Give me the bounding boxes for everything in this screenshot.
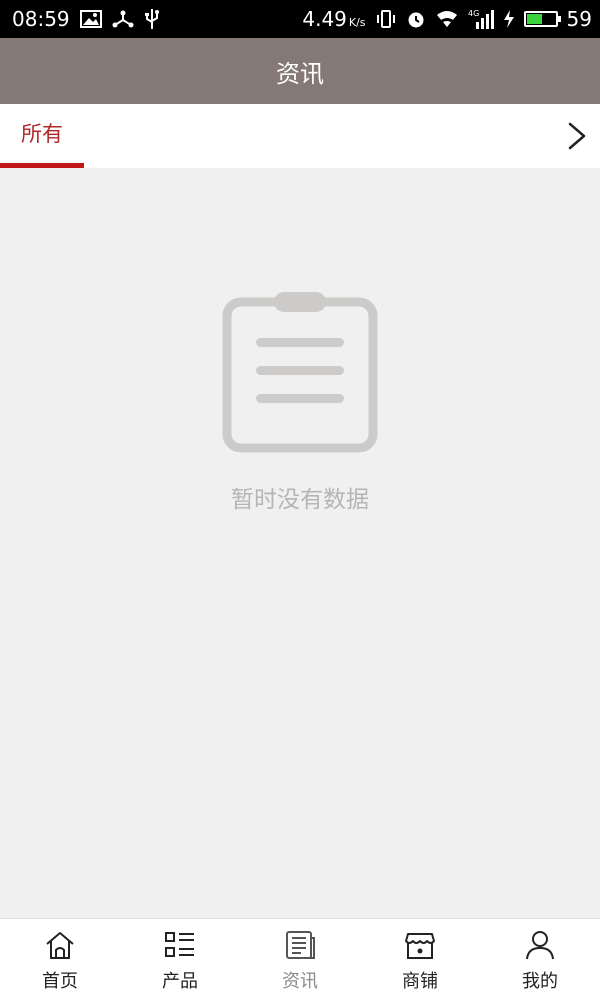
usb-icon bbox=[144, 8, 160, 30]
svg-text:4G: 4G bbox=[468, 9, 479, 18]
nav-item-news[interactable]: 资讯 bbox=[240, 919, 360, 1000]
nav-label-store: 商铺 bbox=[402, 971, 438, 992]
share-icon bbox=[112, 9, 134, 29]
nav-label-news: 资讯 bbox=[282, 971, 318, 992]
home-icon bbox=[44, 929, 76, 961]
chevron-right-icon bbox=[568, 122, 586, 150]
page-title-bar: 资讯 bbox=[0, 38, 600, 104]
user-icon bbox=[524, 929, 556, 961]
bottom-nav: 首页 产品 资讯 商铺 我的 bbox=[0, 918, 600, 1000]
store-icon bbox=[404, 929, 436, 961]
vibrate-icon bbox=[375, 9, 397, 29]
image-icon bbox=[79, 10, 102, 28]
category-tabs: 所有 bbox=[0, 104, 600, 168]
battery-icon bbox=[523, 11, 561, 27]
app-screen: 08:59 4.49 K/s 4G 59 资讯 所有 暂时没有数据 首页 产品 … bbox=[0, 0, 600, 1000]
network-speed: 4.49 K/s bbox=[302, 7, 365, 31]
network-speed-unit: K/s bbox=[348, 16, 366, 29]
nav-label-products: 产品 bbox=[162, 971, 198, 992]
charging-icon bbox=[503, 9, 515, 29]
clipboard-icon bbox=[222, 290, 378, 458]
tab-all-label: 所有 bbox=[21, 122, 63, 146]
nav-item-profile[interactable]: 我的 bbox=[480, 919, 600, 1000]
network-speed-value: 4.49 bbox=[302, 7, 347, 31]
list-icon bbox=[164, 929, 196, 961]
nav-item-store[interactable]: 商铺 bbox=[360, 919, 480, 1000]
nav-item-home[interactable]: 首页 bbox=[0, 919, 120, 1000]
status-bar: 08:59 4.49 K/s 4G 59 bbox=[0, 0, 600, 38]
signal-icon: 4G bbox=[468, 8, 494, 30]
nav-label-home: 首页 bbox=[42, 971, 78, 992]
empty-state: 暂时没有数据 bbox=[0, 168, 600, 918]
status-time: 08:59 bbox=[12, 7, 70, 31]
news-icon bbox=[284, 929, 316, 961]
empty-message: 暂时没有数据 bbox=[231, 487, 369, 513]
tab-all[interactable]: 所有 bbox=[0, 104, 84, 168]
tabs-more-button[interactable] bbox=[562, 120, 592, 152]
nav-label-profile: 我的 bbox=[522, 971, 558, 992]
alarm-icon bbox=[406, 9, 426, 29]
nav-item-products[interactable]: 产品 bbox=[120, 919, 240, 1000]
battery-percent: 59 bbox=[566, 7, 592, 31]
battery-level bbox=[526, 14, 543, 24]
wifi-icon bbox=[435, 9, 459, 29]
page-title: 资讯 bbox=[276, 59, 324, 88]
